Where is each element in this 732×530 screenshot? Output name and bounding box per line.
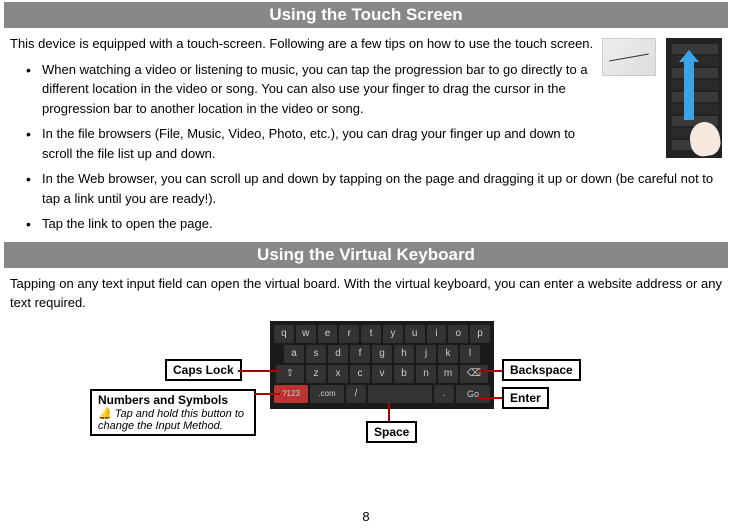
key-e: e: [318, 325, 338, 343]
keyboard-content: Tapping on any text input field can open…: [0, 274, 732, 481]
section-title-touch: Using the Touch Screen: [4, 2, 728, 28]
touch-bullet: Tap the link to open the page.: [26, 214, 722, 234]
touch-bullet: In the Web browser, you can scroll up an…: [26, 169, 722, 208]
virtual-keyboard: q w e r t y u i o p a s d f g h j k l: [270, 321, 494, 409]
callout-enter: Enter: [502, 387, 549, 409]
key-g: g: [372, 345, 392, 363]
key-d: d: [328, 345, 348, 363]
key-slash: /: [346, 385, 366, 403]
key-y: y: [383, 325, 403, 343]
callout-numbers-symbols: Numbers and Symbols 🔔 Tap and hold this …: [90, 389, 256, 436]
key-v: v: [372, 365, 392, 383]
callout-numsym-title: Numbers and Symbols: [98, 393, 228, 407]
touch-bullet-list: When watching a video or listening to mu…: [10, 60, 722, 234]
section-title-keyboard: Using the Virtual Keyboard: [4, 242, 728, 268]
key-b: b: [394, 365, 414, 383]
key-o: o: [448, 325, 468, 343]
key-q: q: [274, 325, 294, 343]
key-n: n: [416, 365, 436, 383]
key-space: [368, 385, 432, 403]
key-r: r: [339, 325, 359, 343]
touch-bullet: In the file browsers (File, Music, Video…: [26, 124, 722, 163]
callout-caps-lock: Caps Lock: [165, 359, 242, 381]
key-m: m: [438, 365, 458, 383]
key-z: z: [306, 365, 326, 383]
key-l: l: [460, 345, 480, 363]
key-j: j: [416, 345, 436, 363]
keyboard-diagram: q w e r t y u i o p a s d f g h j k l: [10, 321, 722, 481]
key-backspace: ⌫: [460, 365, 488, 383]
key-x: x: [328, 365, 348, 383]
key-f: f: [350, 345, 370, 363]
key-k: k: [438, 345, 458, 363]
key-dotcom: .com: [310, 385, 344, 403]
key-a: a: [284, 345, 304, 363]
key-t: t: [361, 325, 381, 343]
key-p: p: [470, 325, 490, 343]
key-u: u: [405, 325, 425, 343]
callout-space: Space: [366, 421, 417, 443]
key-c: c: [350, 365, 370, 383]
key-s: s: [306, 345, 326, 363]
keyboard-intro-text: Tapping on any text input field can open…: [10, 274, 722, 313]
page-number: 8: [0, 509, 732, 524]
key-h: h: [394, 345, 414, 363]
touch-content: This device is equipped with a touch-scr…: [0, 34, 732, 240]
key-i: i: [427, 325, 447, 343]
key-caps-lock: ⇧: [276, 365, 304, 383]
callout-backspace: Backspace: [502, 359, 581, 381]
key-enter: Go: [456, 385, 490, 403]
key-dot: .: [434, 385, 454, 403]
touch-bullet: When watching a video or listening to mu…: [26, 60, 722, 119]
key-w: w: [296, 325, 316, 343]
callout-numsym-sub: 🔔 Tap and hold this button to change the…: [98, 407, 248, 432]
